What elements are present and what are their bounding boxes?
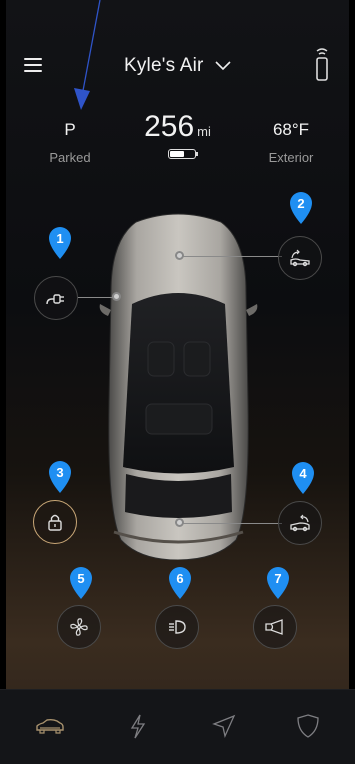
annotation-pin-2-label: 2 [297,196,305,211]
frunk-leader-line [182,256,282,257]
trunk-leader-line [182,523,282,524]
range-value: 256 [144,110,195,143]
chevron-down-icon [215,61,231,71]
bottom-navigation [0,689,355,764]
annotation-pin-4-label: 4 [299,466,307,481]
exterior-temp-value: 68°F [272,120,310,139]
annotation-pin-3-label: 3 [56,465,64,480]
frunk-button[interactable] [278,236,322,280]
gear-label: Parked [49,150,91,165]
shield-icon [297,714,319,738]
phone-key-icon[interactable] [313,47,331,83]
trunk-anchor-dot [175,518,184,527]
nav-car[interactable] [32,710,68,742]
annotation-pin-7-label: 7 [274,571,282,586]
frunk-icon [290,249,310,267]
annotation-pin-1-label: 1 [56,231,64,246]
annotation-pin-6-label: 6 [176,571,184,586]
charge-port-icon [46,294,64,305]
nav-location[interactable] [206,710,242,742]
charge-port-button[interactable] [34,276,78,320]
vehicle-name: Kyle's Air [123,55,204,76]
annotation-pin-5-label: 5 [77,571,85,586]
horn-button[interactable] [253,605,297,649]
battery-fill [170,151,184,157]
navigation-icon [212,714,236,739]
exterior-temp: 68°F Exterior [256,120,326,165]
vehicle-selector[interactable]: Kyle's Air [0,55,355,77]
nav-security[interactable] [290,710,326,742]
car-top-view [99,213,258,560]
lock-icon [48,514,62,531]
trunk-icon [290,514,310,532]
trunk-button[interactable] [278,501,322,545]
headlights-button[interactable] [155,605,199,649]
battery-indicator [168,149,196,159]
frunk-anchor-dot [175,251,184,260]
headlights-icon [169,620,186,634]
battery-nub [196,152,198,156]
fan-icon [70,618,88,636]
range-unit: mi [197,124,211,139]
lightning-icon [130,714,146,739]
app-screen: Kyle's Air P Parked 256mi 68°F Exterior [0,0,355,764]
climate-fan-button[interactable] [57,605,101,649]
exterior-temp-label: Exterior [268,150,314,165]
lock-button[interactable] [33,500,77,544]
charge-anchor-dot [112,292,121,301]
header: Kyle's Air [0,45,355,89]
car-icon [36,718,64,734]
nav-charging[interactable] [120,710,156,742]
horn-icon [265,619,283,635]
